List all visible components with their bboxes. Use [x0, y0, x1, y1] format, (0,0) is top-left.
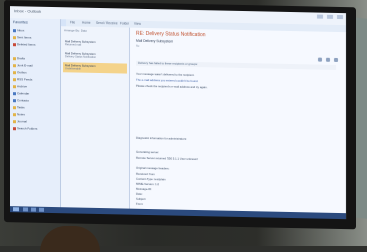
search-folder-icon [13, 126, 16, 130]
body-line: Original message headers: [136, 165, 170, 171]
folder-item-junk[interactable]: Junk E-mail [13, 63, 33, 68]
folder-item-inbox[interactable]: Inbox [13, 28, 24, 32]
tab-send-receive[interactable]: Send / Receive [96, 21, 118, 25]
folder-icon [13, 56, 16, 60]
folder-item-notes[interactable]: Notes [13, 112, 25, 116]
message-subject: RE: Delivery Status Notification [136, 30, 206, 39]
folder-item-outbox[interactable]: Outbox [13, 70, 27, 74]
body-line: Date: [136, 191, 143, 196]
window-controls [317, 14, 343, 20]
contacts-icon [13, 98, 16, 102]
body-line: Content-Type: text/plain [136, 176, 166, 182]
folder-item-rss[interactable]: RSS Feeds [13, 77, 32, 82]
folder-icon [13, 28, 16, 32]
tv-bezel: Inbox - Outlook File Home Send / Receive… [4, 0, 356, 230]
body-line: Your message wasn't delivered to the rec… [136, 71, 195, 77]
message-actions [318, 57, 338, 62]
folder-pane: Favorites Inbox Sent Items Deleted Items… [10, 18, 61, 208]
body-line: The e-mail address you entered couldn't … [136, 77, 199, 84]
folder-item-deleted[interactable]: Deleted Items [13, 42, 36, 47]
list-item[interactable]: Mail Delivery Subsystem Delivery Status … [63, 50, 127, 61]
maximize-icon[interactable] [327, 14, 333, 19]
folder-icon [13, 63, 16, 67]
body-line: Message-ID: [136, 186, 152, 192]
outlook-icon[interactable] [39, 207, 44, 212]
body-line: Diagnostic information for administrator… [136, 135, 187, 141]
folder-item-contacts[interactable]: Contacts [13, 98, 29, 103]
folder-item-archive[interactable]: Archive [13, 84, 27, 88]
folder-item-drafts[interactable]: Drafts [13, 56, 25, 60]
tab-view[interactable]: View [134, 22, 141, 26]
folder-icon [13, 70, 16, 74]
body-line: MIME-Version: 1.0 [136, 181, 160, 187]
more-icon[interactable] [334, 57, 338, 62]
folder-pane-header: Favorites [13, 20, 28, 25]
folder-item-sent[interactable]: Sent Items [13, 35, 31, 40]
body-line: Please check the recipient's e-mail addr… [136, 83, 208, 90]
list-item[interactable]: Mail Delivery Subsystem Returned mail [63, 38, 127, 49]
folder-item-calendar[interactable]: Calendar [13, 91, 29, 96]
message-warning: Delivery has failed to these recipients … [136, 60, 336, 70]
start-button-icon[interactable] [13, 207, 19, 212]
forward-icon[interactable] [326, 57, 330, 62]
rss-icon [13, 77, 16, 81]
body-line: From: [136, 201, 144, 206]
close-icon[interactable] [337, 14, 343, 20]
body-line: Received: from [136, 171, 155, 177]
notes-icon [13, 112, 16, 116]
minimize-icon[interactable] [317, 14, 323, 19]
folder-item-search-folders[interactable]: Search Folders [13, 126, 37, 131]
tasks-icon [13, 105, 16, 109]
reply-icon[interactable] [318, 57, 322, 62]
calendar-icon [13, 91, 16, 95]
body-line: Generating server: [136, 149, 160, 155]
folder-item-journal[interactable]: Journal [13, 119, 27, 123]
folder-item-tasks[interactable]: Tasks [13, 105, 25, 109]
tab-file[interactable]: File [70, 20, 75, 24]
message-list: Arrange By: Date Mail Delivery Subsystem… [61, 26, 130, 209]
browser-icon[interactable] [31, 207, 36, 212]
list-item-selected[interactable]: Mail Delivery Subsystem Undeliverable [63, 62, 127, 74]
message-sender[interactable]: Mail Delivery Subsystem [136, 39, 173, 44]
explorer-icon[interactable] [23, 207, 28, 212]
folder-icon [13, 119, 16, 123]
body-line: Remote Server returned '550 5.1.1 User u… [136, 155, 199, 162]
outlook-screen: Inbox - Outlook File Home Send / Receive… [10, 6, 346, 220]
tab-home[interactable]: Home [82, 21, 91, 25]
trash-icon [13, 42, 16, 46]
body-line: Subject: [136, 196, 147, 201]
message-recipient: To: [136, 43, 141, 48]
message-list-header[interactable]: Arrange By: Date [64, 28, 87, 32]
folder-icon [13, 84, 16, 88]
tab-folder[interactable]: Folder [120, 21, 129, 25]
reading-pane: RE: Delivery Status Notification Mail De… [130, 27, 346, 214]
folder-icon [13, 35, 16, 39]
window-title: Inbox - Outlook [14, 8, 42, 14]
